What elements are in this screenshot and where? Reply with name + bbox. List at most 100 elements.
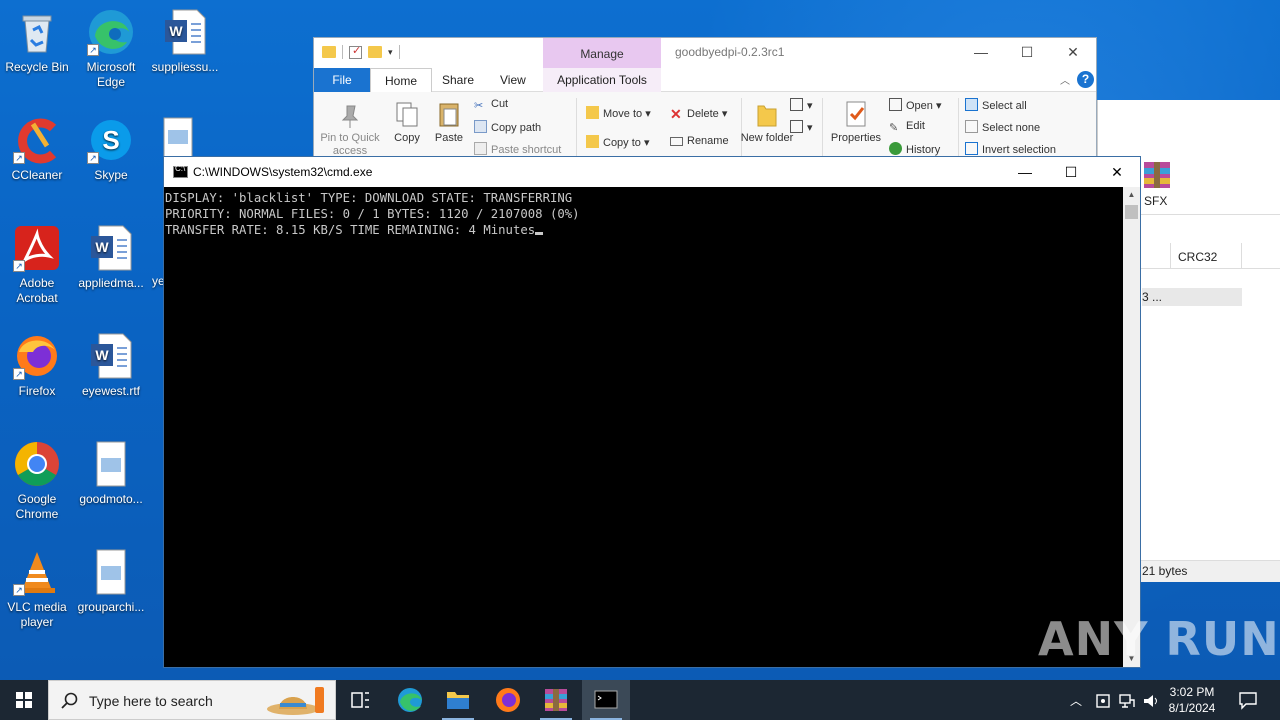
tab-share[interactable]: Share xyxy=(428,68,488,92)
invert-selection-button[interactable]: Invert selection xyxy=(965,142,1056,156)
paste-button[interactable]: Paste xyxy=(426,100,472,144)
cmd-icon: C:\ xyxy=(173,164,188,178)
acrobat-icon: ↗ xyxy=(13,224,61,272)
delete-button[interactable]: ✕ Delete ▾ xyxy=(670,106,727,122)
new-item-icon[interactable]: ▾ xyxy=(790,98,813,112)
easy-access-icon[interactable]: ▾ xyxy=(790,120,813,134)
desktop-icon-recycle-bin[interactable]: Recycle Bin xyxy=(0,8,74,75)
copy-to-button[interactable]: Copy to ▾ xyxy=(586,135,650,149)
delete-icon: ✕ xyxy=(670,106,682,122)
desktop-icon-goodmoto[interactable]: goodmoto... xyxy=(74,440,148,507)
new-folder-button[interactable]: New folder xyxy=(737,100,797,145)
paste-icon xyxy=(436,100,462,130)
taskbar-edge[interactable] xyxy=(386,680,434,720)
close-button[interactable]: ✕ xyxy=(1094,157,1140,187)
folder-icon xyxy=(322,46,336,58)
firefox-icon xyxy=(496,688,520,712)
select-all-button[interactable]: Select all xyxy=(965,98,1027,112)
history-button[interactable]: History xyxy=(889,142,940,156)
tab-manage[interactable]: Manage xyxy=(543,38,661,68)
desktop-icon-skype[interactable]: S ↗ Skype xyxy=(74,116,148,183)
tab-file[interactable]: File xyxy=(314,68,370,92)
crc32-column-header[interactable]: CRC32 xyxy=(1178,250,1217,264)
desktop-icon-google-chrome[interactable]: Google Chrome xyxy=(0,440,74,522)
anyrun-watermark: ANY RUN xyxy=(1038,612,1280,666)
sfx-button-label[interactable]: SFX xyxy=(1144,194,1167,208)
copy-icon xyxy=(394,100,420,130)
edit-button[interactable]: ✎ Edit xyxy=(889,120,925,134)
tab-view[interactable]: View xyxy=(486,68,540,92)
scroll-up-icon[interactable]: ▲ xyxy=(1123,187,1140,203)
desktop-icon-appliedma[interactable]: W appliedma... xyxy=(74,224,148,291)
volume-icon[interactable] xyxy=(1142,692,1160,720)
start-button[interactable] xyxy=(0,680,48,720)
security-shield-icon[interactable] xyxy=(1094,692,1112,720)
paste-shortcut-icon xyxy=(474,142,487,155)
properties-icon xyxy=(843,100,869,130)
pin-to-quick-access-button[interactable]: Pin to Quick access xyxy=(320,100,380,158)
chevron-down-icon[interactable]: ▾ xyxy=(388,47,393,58)
maximize-button[interactable]: ☐ xyxy=(1004,38,1050,68)
taskbar-file-explorer[interactable] xyxy=(434,680,482,720)
copy-path-button[interactable]: Copy path xyxy=(474,120,541,134)
close-button[interactable]: ✕ xyxy=(1050,38,1096,68)
desktop-icon-eyewest[interactable]: W eyewest.rtf xyxy=(74,332,148,399)
new-folder-icon[interactable] xyxy=(368,46,382,58)
copy-button[interactable]: Copy xyxy=(384,100,430,144)
help-icon[interactable]: ? xyxy=(1077,71,1094,88)
scrollbar-thumb[interactable] xyxy=(1125,205,1138,219)
desktop-icon-label: Microsoft Edge xyxy=(86,60,136,89)
open-button[interactable]: Open ▾ xyxy=(889,98,942,112)
desktop-icon-firefox[interactable]: ↗ Firefox xyxy=(0,332,74,399)
taskbar-winrar[interactable] xyxy=(532,680,580,720)
minimize-button[interactable]: — xyxy=(1002,157,1048,187)
select-none-icon xyxy=(965,120,978,133)
network-icon[interactable] xyxy=(1118,692,1136,720)
select-none-button[interactable]: Select none xyxy=(965,120,1040,134)
task-view-button[interactable] xyxy=(336,680,384,720)
recycle-bin-icon xyxy=(13,8,61,56)
properties-button[interactable]: Properties xyxy=(826,100,886,144)
desktop-icon-edge[interactable]: ↗ Microsoft Edge xyxy=(74,8,148,90)
clock-time: 3:02 PM xyxy=(1169,685,1215,699)
desktop-icon-suppliessu[interactable]: W suppliessu... xyxy=(148,8,222,75)
file-explorer-window[interactable]: ✓ ▾ Manage goodbyedpi-0.2.3rc1 — ☐ ✕ Fil… xyxy=(313,37,1097,168)
paste-shortcut-button[interactable]: Paste shortcut xyxy=(474,142,561,156)
archive-row[interactable]: 3 ... xyxy=(1142,288,1242,306)
open-icon xyxy=(889,98,902,111)
move-to-button[interactable]: Move to ▾ xyxy=(586,106,651,120)
properties-check-icon[interactable]: ✓ xyxy=(349,45,362,59)
notifications-icon[interactable] xyxy=(1238,690,1258,720)
cmd-title-bar[interactable]: C:\ C:\WINDOWS\system32\cmd.exe — ☐ ✕ xyxy=(164,157,1140,187)
console-output[interactable]: DISPLAY: 'blacklist' TYPE: DOWNLOAD STAT… xyxy=(164,187,1124,667)
vertical-scrollbar[interactable]: ▲ ▼ xyxy=(1123,187,1140,667)
taskbar-firefox[interactable] xyxy=(484,680,532,720)
edge-icon xyxy=(398,688,422,712)
desktop-icon-vlc[interactable]: ↗ VLC media player xyxy=(0,548,74,630)
text-cursor xyxy=(535,232,544,235)
desktop-icon-label: Recycle Bin xyxy=(5,60,69,74)
windows-logo-icon xyxy=(16,692,32,708)
chrome-icon xyxy=(13,440,61,488)
collapse-ribbon-icon[interactable]: ︿ xyxy=(1060,72,1070,87)
tab-home[interactable]: Home xyxy=(370,68,433,92)
taskbar-cmd[interactable] xyxy=(582,680,630,720)
clock[interactable]: 3:02 PM 8/1/2024 xyxy=(1162,684,1222,716)
svg-text:W: W xyxy=(95,239,109,255)
cmd-window[interactable]: C:\ C:\WINDOWS\system32\cmd.exe — ☐ ✕ DI… xyxy=(163,156,1141,668)
search-box[interactable]: Type here to search xyxy=(48,680,336,720)
cut-button[interactable]: ✂ Cut xyxy=(474,98,508,112)
rename-button[interactable]: Rename xyxy=(670,135,729,147)
word-document-icon: W xyxy=(87,224,135,272)
minimize-button[interactable]: — xyxy=(958,38,1004,68)
desktop-icon-ccleaner[interactable]: ↗ CCleaner xyxy=(0,116,74,183)
show-hidden-icons[interactable]: ︿ xyxy=(1070,692,1082,720)
desktop-icon-grouparchi[interactable]: grouparchi... xyxy=(74,548,148,615)
svg-text:S: S xyxy=(102,125,119,155)
maximize-button[interactable]: ☐ xyxy=(1048,157,1094,187)
desktop-icon-label: VLC media player xyxy=(7,600,67,629)
console-line: PRIORITY: NORMAL FILES: 0 / 1 BYTES: 112… xyxy=(165,207,580,221)
desktop-icon-adobe-acrobat[interactable]: ↗ Adobe Acrobat xyxy=(0,224,74,306)
tab-application-tools[interactable]: Application Tools xyxy=(543,68,661,92)
firefox-icon: ↗ xyxy=(13,332,61,380)
